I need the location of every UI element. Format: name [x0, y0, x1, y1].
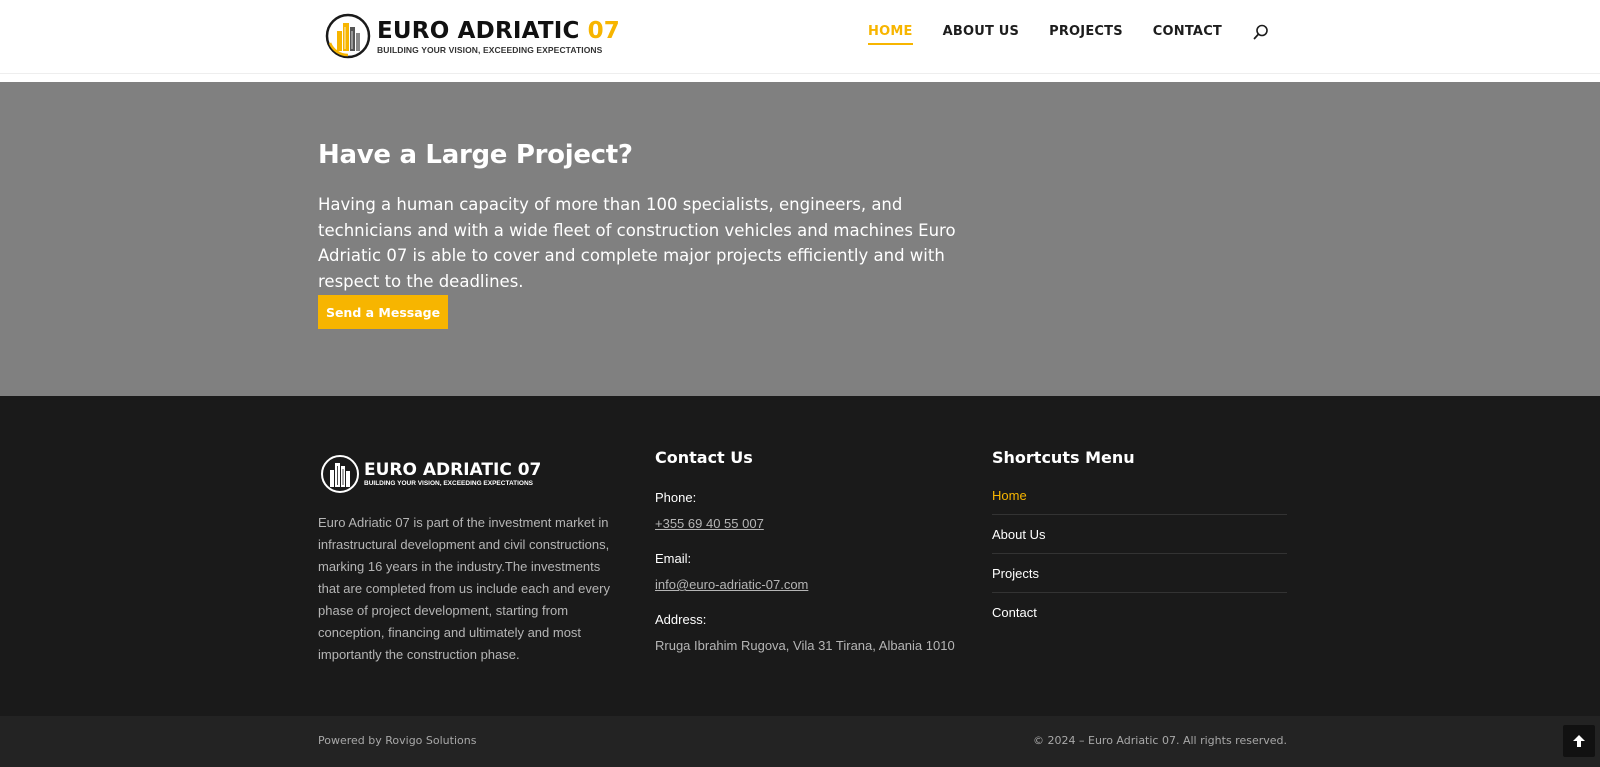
- bottom-bar: Powered by Rovigo Solutions © 2024 – Eur…: [0, 716, 1600, 767]
- logo-text: EURO ADRIATIC 07 BUILDING YOUR VISION, EX…: [377, 18, 620, 55]
- nav-item-contact[interactable]: CONTACT: [1153, 24, 1222, 45]
- nav-item-projects[interactable]: PROJECTS: [1049, 24, 1123, 45]
- shortcut-home[interactable]: Home: [992, 476, 1287, 515]
- shortcuts-menu: Home About Us Projects Contact: [992, 476, 1287, 632]
- phone-link[interactable]: +355 69 40 55 007: [655, 516, 764, 531]
- copyright-text: © 2024 – Euro Adriatic 07. All rights re…: [1033, 734, 1287, 747]
- email-link[interactable]: info@euro-adriatic-07.com: [655, 577, 808, 592]
- shortcut-about-us[interactable]: About Us: [992, 515, 1287, 554]
- email-label: Email:: [655, 551, 692, 566]
- shortcut-contact[interactable]: Contact: [992, 593, 1287, 632]
- logo-tagline: BUILDING YOUR VISION, EXCEEDING EXPECTAT…: [377, 44, 603, 55]
- building-logo-icon: [325, 13, 371, 59]
- logo-title-text: EURO ADRIATIC: [377, 17, 580, 44]
- footer-logo-title: EURO ADRIATIC 07: [364, 460, 542, 480]
- send-message-button[interactable]: Send a Message: [318, 295, 448, 329]
- cta-section: Have a Large Project? Having a human cap…: [0, 82, 1600, 396]
- arrow-up-icon: [1573, 735, 1585, 747]
- site-header: EURO ADRIATIC 07 BUILDING YOUR VISION, EX…: [0, 0, 1600, 74]
- address-text: Rruga Ibrahim Rugova, Vila 31 Tirana, Al…: [655, 638, 955, 653]
- phone-label: Phone:: [655, 490, 697, 505]
- shortcut-projects[interactable]: Projects: [992, 554, 1287, 593]
- site-footer: EURO ADRIATIC 07 BUILDING YOUR VISION, E…: [0, 396, 1600, 716]
- scroll-to-top-button[interactable]: [1563, 725, 1595, 757]
- footer-logo-text: EURO ADRIATIC 07 BUILDING YOUR VISION, E…: [364, 461, 541, 487]
- footer-logo[interactable]: EURO ADRIATIC 07 BUILDING YOUR VISION, E…: [320, 454, 541, 494]
- shortcuts-menu-heading: Shortcuts Menu: [992, 448, 1135, 467]
- building-logo-icon: [321, 455, 359, 493]
- site-logo[interactable]: EURO ADRIATIC 07 BUILDING YOUR VISION, EX…: [325, 12, 620, 60]
- footer-about-text: Euro Adriatic 07 is part of the investme…: [318, 515, 610, 662]
- nav-item-about-us[interactable]: ABOUT US: [943, 24, 1020, 45]
- nav-item-home[interactable]: HOME: [868, 24, 913, 45]
- main-nav: HOME ABOUT US PROJECTS CONTACT: [838, 24, 1270, 45]
- powered-by-text: Powered by Rovigo Solutions: [318, 734, 477, 747]
- footer-logo-tagline: BUILDING YOUR VISION, EXCEEDING EXPECTAT…: [364, 480, 534, 487]
- search-icon[interactable]: [1252, 23, 1270, 41]
- cta-text: Having a human capacity of more than 100…: [318, 195, 956, 291]
- address-label: Address:: [655, 612, 707, 627]
- contact-us-heading: Contact Us: [655, 448, 753, 467]
- logo-number: 07: [587, 17, 620, 44]
- logo-title: EURO ADRIATIC 07: [377, 18, 620, 44]
- cta-title: Have a Large Project?: [318, 140, 633, 170]
